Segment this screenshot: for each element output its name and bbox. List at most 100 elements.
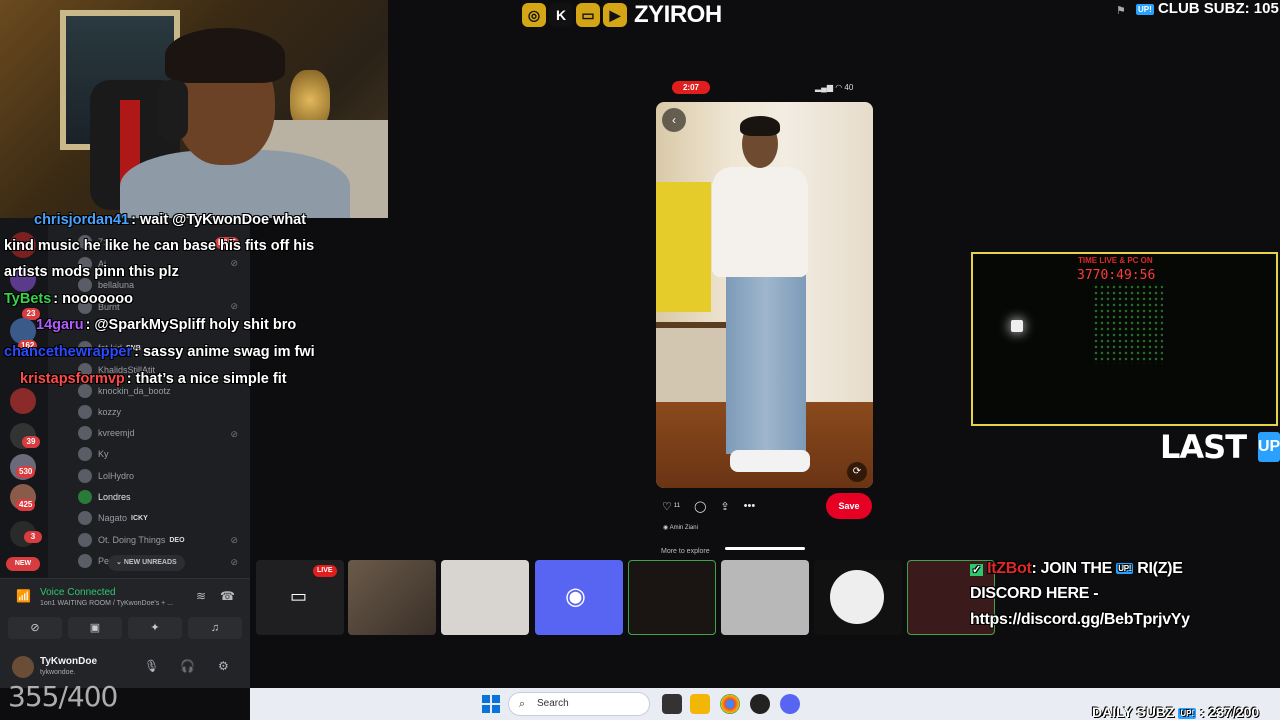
search-icon: ⌕ [519,698,526,710]
taskbar-search[interactable]: ⌕ Search [508,692,650,716]
headphones [158,80,188,140]
list-item[interactable]: Pe [78,551,109,571]
new-unreads-button[interactable]: ⌄ NEW UNREADS [108,555,185,571]
back-chevron-icon[interactable]: ‹ [662,108,686,132]
avatar[interactable] [12,656,34,678]
list-item[interactable]: kozzy [78,402,121,422]
member-tag: ICKY [131,514,148,522]
flag-icon: ⚑ [1116,5,1126,17]
list-item[interactable]: Ot. Doing Things DEO [78,530,185,550]
banner-line: ✓ ItZBot: JOIN THE UP! RI(Z)E [970,560,1183,577]
muted-icon: ⊘ [230,535,238,545]
camera-button[interactable]: ⊘ [8,617,62,639]
phone-home-indicator [725,547,805,550]
youtube-icon: ▶ [603,3,627,27]
streamer-name: ZYIROH [634,1,722,28]
list-item[interactable]: Ky [78,444,109,464]
more-to-explore: More to explore [661,548,710,555]
mention-badge: 3 [24,531,42,543]
visual-search-icon[interactable]: ⟳ [847,462,867,482]
outfit-photo[interactable]: ‹ ⟳ [656,102,873,488]
jeans [726,274,806,454]
chat-message: 14garu: @SparkMySpliff holy shit bro [36,317,297,333]
streamer-webcam [0,0,388,218]
chat-message: TyBets: nooooooo [4,291,133,307]
story-item[interactable] [814,560,902,635]
last-up-label: LAST [1160,428,1247,466]
story-item[interactable] [441,560,529,635]
voice-status[interactable]: Voice Connected [40,587,116,598]
server-icon[interactable] [10,388,36,414]
mention-badge: 530 [16,466,36,478]
heart-icon[interactable]: ♡ [662,500,672,513]
list-item[interactable]: LolHydro [78,466,134,486]
up-tag: UP! [1258,432,1280,462]
avatar [78,533,92,547]
avatar [78,469,92,483]
settings-gear-icon[interactable]: ⚙ [218,659,229,673]
uptime-timer: 3770:49:56 [1077,268,1156,283]
new-badge[interactable]: NEW [6,557,40,571]
headphones-icon[interactable]: 🎧 [180,659,195,673]
muted-icon: ⊘ [230,429,238,439]
muted-icon: ⊘ [230,258,238,268]
daily-subs-counter: DAILY SUBZ UP! : 237/200 [1092,704,1260,720]
yellow-wall [656,182,711,312]
member-tag: DEO [169,536,185,544]
voice-channel[interactable]: 1on1 WAITING ROOM / TyKwonDoe's + ... [40,600,173,607]
avatar [78,278,92,292]
story-item[interactable] [628,560,716,635]
story-item[interactable] [348,560,436,635]
pin-author[interactable]: ◉ Amin Ziani [663,524,698,531]
file-explorer-icon[interactable] [690,694,710,714]
chat-message: chrisjordan41: wait @TyKwonDoe what [34,212,307,228]
monitor-glow [1011,320,1023,332]
comment-icon[interactable]: ◯ [694,500,706,513]
sub-goal-counter: 355/400 [8,680,118,713]
instagram-icon: ◎ [522,3,546,27]
like-count: 11 [673,503,681,509]
soundboard-button[interactable]: ♫ [188,617,242,639]
signal-icon: 📶 [16,589,31,603]
avatar [830,570,884,624]
list-item[interactable]: Londres [78,487,131,507]
discord-taskbar-icon[interactable] [780,694,800,714]
disconnect-icon[interactable]: ☎ [220,589,235,603]
share-icon[interactable]: ⇪ [720,500,729,513]
user-name[interactable]: TyKwonDoe [40,656,97,667]
task-view-icon[interactable] [662,694,682,714]
avatar [78,447,92,461]
windows-start-icon[interactable] [482,695,500,713]
noise-suppression-icon[interactable]: ≋ [196,589,206,603]
discord-invite-link[interactable]: https://discord.gg/BebTprjvYy [970,611,1190,629]
screen-share-button[interactable]: ▣ [68,617,122,639]
user-tag: tykwondoe. [40,669,76,676]
monitor-icon: ▭ [290,586,308,606]
story-item[interactable]: ◉ [535,560,623,635]
phone-status-bar: ▂▄▆ ◠ 40 [815,83,854,92]
avatar [78,554,92,568]
avatar [78,511,92,525]
microphone-icon[interactable]: 🎙 [144,659,159,673]
chat-message: artists mods pinn this plz [4,264,179,280]
story-item[interactable] [721,560,809,635]
mention-badge: 39 [22,436,40,448]
more-options-icon[interactable]: ••• [744,500,756,512]
live-badge: LIVE [313,565,337,577]
save-button[interactable]: Save [826,493,872,519]
streamer-hair [165,28,285,83]
brand-bar: ◎ K ▭ ▶ ZYIROH [522,0,722,30]
pc-camera: TIME LIVE & PC ON 3770:49:56 [971,252,1278,426]
chrome-icon[interactable] [720,694,740,714]
pc-lights [1093,284,1163,364]
list-item[interactable]: kvreemjd [78,423,135,443]
list-item[interactable]: Nagato ICKY [78,508,148,528]
obs-icon[interactable] [750,694,770,714]
stream-layout: 23 162 39 530 425 3 LIVE 7:00 Aj bellalu… [0,0,1280,720]
twitch-icon: ▭ [576,3,600,27]
up-tag: UP! [1136,3,1154,15]
chat-message: chancethewrapper: sassy anime swag im fw… [4,344,315,360]
pin-actions: ♡ 11 ◯ ⇪ ••• [662,498,755,514]
activities-button[interactable]: ✦ [128,617,182,639]
muted-icon: ⊘ [230,557,238,567]
